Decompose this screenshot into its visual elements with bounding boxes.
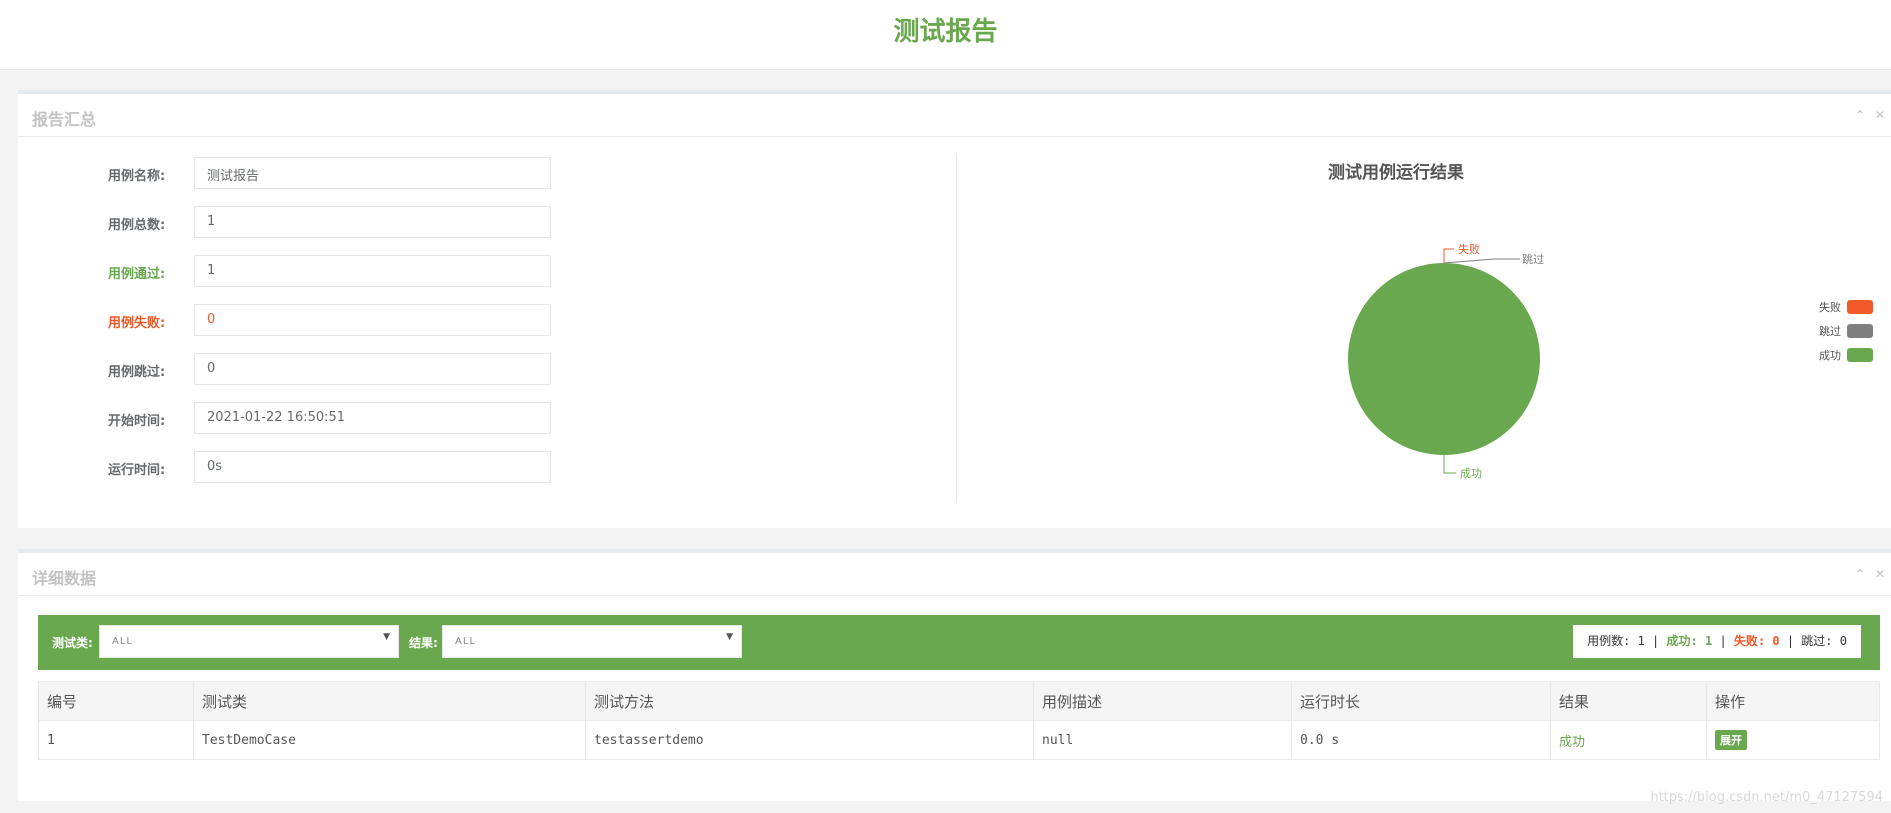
stats-total: 1 [1637, 634, 1645, 648]
run-time-input[interactable]: 0s [194, 451, 551, 483]
summary-panel-tools: ⌃ ✕ [1855, 108, 1885, 122]
cell-id: 1 [38, 720, 194, 760]
detail-panel-title: 详细数据 [32, 569, 97, 588]
pie-label-line-0 [1443, 248, 1454, 263]
collapse-icon[interactable]: ⌃ [1855, 567, 1865, 581]
stats-success-label: 成功: [1666, 634, 1698, 648]
table-row: 1 TestDemoCase testassertdemo null 0.0 s… [38, 720, 1880, 760]
col-header-method[interactable]: 测试方法 [585, 681, 1034, 721]
cell-method: testassertdemo [585, 720, 1034, 760]
chart-title: 测试用例运行结果 [1328, 163, 1464, 183]
class-filter-select[interactable]: ALL ▼ [99, 625, 399, 658]
case-name-input[interactable]: 测试报告 [194, 157, 551, 189]
pie-label-1: 跳过 [1522, 252, 1544, 266]
stats-success: 1 [1704, 634, 1713, 648]
result-pie-chart: 失败跳过成功 [1348, 242, 1544, 480]
summary-panel-title-bar: 报告汇总 ⌃ ✕ [18, 94, 1891, 137]
legend-swatch [1847, 348, 1873, 362]
filter-bar: 测试类: ALL ▼ 结果: ALL ▼ 用例数: 1 | 成功: 1 | 失败… [38, 615, 1880, 670]
legend-swatch [1847, 300, 1873, 314]
summary-panel-title: 报告汇总 [32, 110, 97, 129]
field-label: 用例失败: [108, 316, 166, 331]
legend-item-success[interactable]: 成功 [1819, 348, 1873, 362]
chevron-down-icon: ▼ [383, 632, 390, 642]
chevron-down-icon: ▼ [726, 632, 733, 642]
detail-panel-tools: ⌃ ✕ [1855, 567, 1885, 581]
detail-panel: 详细数据 ⌃ ✕ 测试类: ALL ▼ 结果: ALL ▼ 用例数: 1 | 成… [18, 549, 1891, 801]
pie-label-line-2 [1443, 455, 1456, 474]
expand-button[interactable]: 展开 [1715, 730, 1747, 750]
result-filter-select[interactable]: ALL ▼ [442, 625, 742, 658]
col-header-action[interactable]: 操作 [1706, 681, 1880, 721]
close-icon[interactable]: ✕ [1875, 567, 1885, 581]
class-filter-label: 测试类: [52, 636, 93, 650]
stats-summary: 用例数: 1 | 成功: 1 | 失败: 0 | 跳过: 0 [1573, 625, 1861, 658]
case-total-input[interactable]: 1 [194, 206, 551, 238]
col-header-desc[interactable]: 用例描述 [1033, 681, 1292, 721]
watermark: https://blog.csdn.net/m0_47127594 [1650, 790, 1883, 805]
cell-result: 成功 [1550, 720, 1707, 760]
col-header-duration[interactable]: 运行时长 [1291, 681, 1551, 721]
cell-action: 展开 [1706, 720, 1880, 760]
close-icon[interactable]: ✕ [1875, 108, 1885, 122]
legend-item-fail[interactable]: 失败 [1819, 300, 1873, 314]
pie-label-line-1 [1443, 258, 1520, 264]
case-failed-input[interactable]: 0 [194, 304, 551, 336]
select-value: ALL [455, 636, 476, 647]
field-label: 开始时间: [108, 414, 166, 429]
legend-label: 成功 [1819, 349, 1841, 362]
select-value: ALL [112, 636, 133, 647]
stats-fail-label: 失败: [1733, 634, 1766, 648]
detail-panel-title-bar: 详细数据 ⌃ ✕ [18, 553, 1891, 596]
field-label: 运行时间: [108, 463, 166, 478]
cell-class: TestDemoCase [193, 720, 586, 760]
field-label: 用例名称: [108, 169, 166, 184]
collapse-icon[interactable]: ⌃ [1855, 108, 1865, 122]
col-header-id[interactable]: 编号 [38, 681, 194, 721]
pie-slice-2[interactable] [1348, 263, 1540, 455]
summary-divider [956, 154, 957, 502]
detail-table: 编号 测试类 测试方法 用例描述 运行时长 结果 操作 1 TestDemoCa… [38, 681, 1880, 760]
pie-label-0: 失败 [1458, 242, 1480, 256]
page-title: 测试报告 [893, 17, 998, 47]
start-time-input[interactable]: 2021-01-22 16:50:51 [194, 402, 551, 434]
field-label: 用例通过: [108, 267, 166, 282]
field-label: 用例跳过: [108, 365, 166, 380]
case-skipped-input[interactable]: 0 [194, 353, 551, 385]
col-header-result[interactable]: 结果 [1550, 681, 1707, 721]
legend-item-skip[interactable]: 跳过 [1819, 324, 1873, 338]
table-header-row: 编号 测试类 测试方法 用例描述 运行时长 结果 操作 [38, 681, 1880, 721]
stats-total-label: 用例数: [1587, 634, 1631, 648]
field-label: 用例总数: [108, 218, 166, 233]
legend-label: 跳过 [1819, 325, 1841, 338]
report-header: 测试报告 [0, 0, 1891, 70]
cell-desc: null [1033, 720, 1292, 760]
stats-fail: 0 [1772, 634, 1780, 648]
summary-panel: 报告汇总 ⌃ ✕ 用例名称: 测试报告 用例总数: 1 用例通过: 1 用例失败… [18, 90, 1891, 528]
cell-duration: 0.0 s [1291, 720, 1551, 760]
stats-skip: 0 [1839, 634, 1847, 648]
legend-swatch [1847, 324, 1873, 338]
pie-label-2: 成功 [1460, 467, 1482, 480]
legend-label: 失败 [1819, 301, 1841, 314]
stats-skip-label: 跳过: [1801, 634, 1833, 648]
case-passed-input[interactable]: 1 [194, 255, 551, 287]
result-filter-label: 结果: [409, 636, 438, 650]
col-header-class[interactable]: 测试类 [193, 681, 586, 721]
